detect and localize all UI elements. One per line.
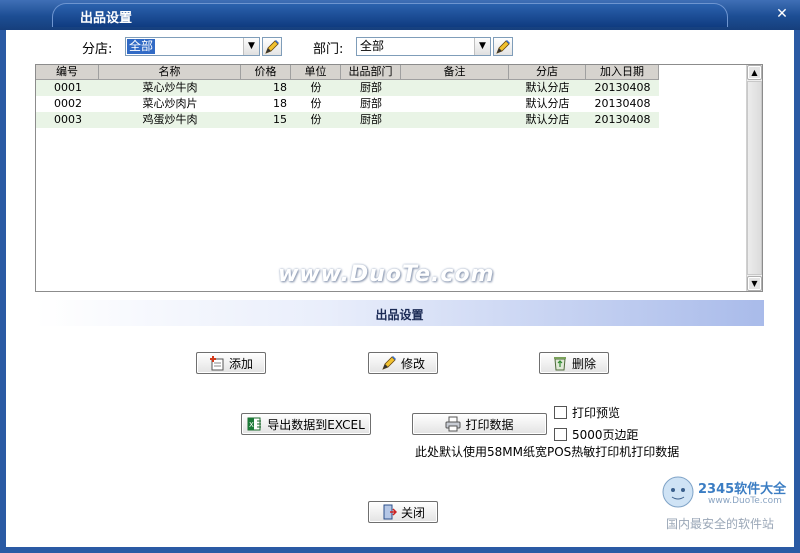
column-header[interactable]: 分店 bbox=[509, 65, 586, 80]
export-button-label: 导出数据到EXCEL bbox=[267, 417, 365, 432]
table-row[interactable]: 0003 鸡蛋炒牛肉 15 份 厨部 默认分店 20130408 bbox=[36, 112, 659, 128]
watermark-text: www.DuoTe.com bbox=[278, 262, 495, 287]
cell-remark bbox=[401, 112, 509, 128]
branch-select-value: 全部 bbox=[127, 39, 156, 54]
branch-label: 分店: bbox=[82, 42, 113, 57]
logo-slogan: 国内最安全的软件站 bbox=[666, 517, 775, 531]
print-preview-checkbox[interactable]: 打印预览 bbox=[554, 404, 620, 421]
column-header[interactable]: 备注 bbox=[401, 65, 509, 80]
cell-dept: 厨部 bbox=[360, 97, 382, 110]
cell-name: 菜心炒牛肉 bbox=[142, 81, 198, 94]
print-button-label: 打印数据 bbox=[465, 417, 514, 432]
cell-dept: 厨部 bbox=[360, 81, 382, 94]
add-button[interactable]: 添加 bbox=[196, 352, 266, 374]
pencil-icon bbox=[265, 40, 279, 54]
cell-branch: 默认分店 bbox=[525, 113, 570, 126]
section-bar: 出品设置 bbox=[35, 300, 764, 326]
cell-date: 20130408 bbox=[594, 113, 651, 126]
edit-button[interactable]: 修改 bbox=[368, 352, 438, 374]
dept-picker-button[interactable] bbox=[493, 37, 513, 56]
dept-select-value: 全部 bbox=[360, 39, 385, 53]
title-tab bbox=[52, 3, 728, 27]
section-title: 出品设置 bbox=[375, 308, 424, 322]
margin-checkbox[interactable]: 5000页边距 bbox=[554, 426, 639, 443]
close-icon[interactable]: ✕ bbox=[774, 6, 790, 22]
exit-door-icon bbox=[383, 504, 397, 520]
cell-dept: 厨部 bbox=[360, 113, 382, 126]
pencil-icon bbox=[382, 356, 396, 370]
cell-code: 0001 bbox=[54, 81, 82, 94]
cell-date: 20130408 bbox=[594, 97, 651, 110]
logo-url: www.DuoTe.com bbox=[708, 496, 782, 506]
cell-price: 18 bbox=[273, 81, 287, 94]
column-header[interactable]: 加入日期 bbox=[586, 65, 659, 80]
export-excel-button[interactable]: X 导出数据到EXCEL bbox=[241, 413, 371, 435]
cell-date: 20130408 bbox=[594, 81, 651, 94]
column-header[interactable]: 单位 bbox=[291, 65, 341, 80]
cell-branch: 默认分店 bbox=[525, 81, 570, 94]
cell-code: 0003 bbox=[54, 113, 82, 126]
column-header[interactable]: 编号 bbox=[36, 65, 99, 80]
cell-code: 0002 bbox=[54, 97, 82, 110]
checkbox-box[interactable] bbox=[554, 406, 567, 419]
dept-label: 部门: bbox=[313, 42, 344, 57]
branch-select[interactable]: 全部 ▼ bbox=[125, 37, 260, 56]
add-button-label: 添加 bbox=[228, 356, 253, 371]
title-bar: 出品设置 ✕ bbox=[0, 0, 800, 30]
cell-remark bbox=[401, 96, 509, 112]
close-button[interactable]: 关闭 bbox=[368, 501, 438, 523]
edit-button-label: 修改 bbox=[400, 356, 425, 371]
product-grid[interactable]: 编号 名称 价格 单位 出品部门 备注 分店 加入日期 0001 菜心炒牛肉 1… bbox=[35, 64, 763, 292]
close-button-label: 关闭 bbox=[400, 505, 425, 520]
cell-name: 鸡蛋炒牛肉 bbox=[142, 113, 198, 126]
mascot-icon bbox=[662, 476, 694, 508]
cell-unit: 份 bbox=[310, 97, 322, 110]
svg-text:X: X bbox=[249, 421, 254, 429]
cell-unit: 份 bbox=[310, 113, 322, 126]
cell-price: 15 bbox=[273, 113, 287, 126]
vertical-scrollbar[interactable]: ▲ ▼ bbox=[746, 65, 762, 291]
column-header[interactable]: 价格 bbox=[241, 65, 291, 80]
cell-price: 18 bbox=[273, 97, 287, 110]
column-header[interactable]: 名称 bbox=[99, 65, 241, 80]
cell-branch: 默认分店 bbox=[525, 97, 570, 110]
grid-header: 编号 名称 价格 单位 出品部门 备注 分店 加入日期 bbox=[36, 65, 659, 80]
print-preview-label: 打印预览 bbox=[572, 406, 621, 420]
chevron-down-icon[interactable]: ▼ bbox=[474, 38, 490, 55]
scroll-thumb[interactable] bbox=[747, 81, 762, 275]
print-note: 此处默认使用58MM纸宽POS热敏打印机打印数据 bbox=[415, 445, 680, 459]
printer-icon bbox=[445, 416, 461, 432]
delete-button[interactable]: 删除 bbox=[539, 352, 609, 374]
scroll-up-icon[interactable]: ▲ bbox=[747, 65, 762, 80]
cell-name: 菜心炒肉片 bbox=[142, 97, 198, 110]
branch-picker-button[interactable] bbox=[262, 37, 282, 56]
table-row[interactable]: 0002 菜心炒肉片 18 份 厨部 默认分店 20130408 bbox=[36, 96, 659, 112]
checkbox-box[interactable] bbox=[554, 428, 567, 441]
margin-label: 5000页边距 bbox=[572, 428, 639, 442]
table-row[interactable]: 0001 菜心炒牛肉 18 份 厨部 默认分店 20130408 bbox=[36, 80, 659, 96]
column-header[interactable]: 出品部门 bbox=[341, 65, 401, 80]
logo-brand: 2345软件大全 bbox=[698, 482, 787, 497]
window-title: 出品设置 bbox=[80, 11, 133, 26]
site-logo: 2345软件大全 www.DuoTe.com 国内最安全的软件站 bbox=[658, 470, 794, 534]
add-icon bbox=[209, 356, 224, 371]
scroll-down-icon[interactable]: ▼ bbox=[747, 276, 762, 291]
delete-button-label: 删除 bbox=[571, 356, 596, 371]
dept-select[interactable]: 全部 ▼ bbox=[356, 37, 491, 56]
chevron-down-icon[interactable]: ▼ bbox=[243, 38, 259, 55]
recycle-bin-icon bbox=[553, 357, 566, 371]
excel-icon: X bbox=[247, 417, 262, 431]
pencil-icon bbox=[496, 40, 510, 54]
print-data-button[interactable]: 打印数据 bbox=[412, 413, 547, 435]
cell-remark bbox=[401, 80, 509, 96]
cell-unit: 份 bbox=[310, 81, 322, 94]
